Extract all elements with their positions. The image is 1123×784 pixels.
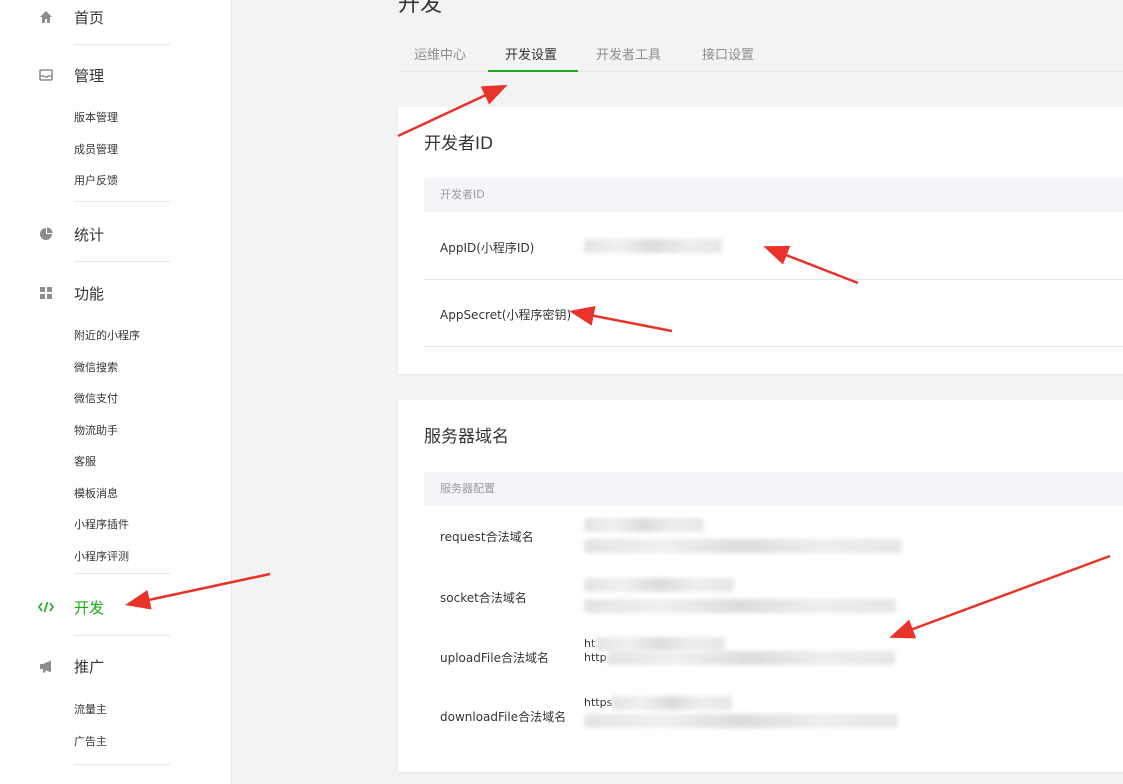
uploadfile-prefix-1: ht	[584, 637, 596, 650]
nav-home-label: 首页	[74, 8, 105, 27]
request-domain-row: request合法域名	[424, 506, 1123, 566]
nav-features-label: 功能	[74, 284, 105, 303]
divider	[74, 635, 170, 636]
nav-nearby-miniprogram[interactable]: 附近的小程序	[38, 320, 170, 352]
appsecret-label: AppSecret(小程序密钥)	[440, 308, 572, 322]
nav-dev-label: 开发	[74, 598, 105, 617]
nav-version-manage[interactable]: 版本管理	[38, 102, 170, 134]
nav-logistics-helper[interactable]: 物流助手	[38, 415, 170, 447]
nav-dev[interactable]: 开发	[38, 592, 170, 622]
uploadfile-domain-label: uploadFile合法域名	[440, 651, 549, 665]
appsecret-row: AppSecret(小程序密钥)	[424, 280, 1123, 347]
socket-domain-row: socket合法域名	[424, 566, 1123, 624]
request-domain-value-redacted	[584, 518, 902, 556]
code-icon	[38, 599, 54, 615]
grid-icon	[38, 285, 54, 301]
tab-bar: 运维中心 开发设置 开发者工具 接口设置	[398, 36, 1123, 72]
main-content: 开发 运维中心 开发设置 开发者工具 接口设置 开发者ID 开发者ID AppI…	[398, 0, 1123, 784]
inbox-icon	[38, 67, 54, 83]
uploadfile-domain-row: uploadFile合法域名 ht http	[424, 624, 1123, 682]
nav-miniprogram-plugin[interactable]: 小程序插件	[38, 509, 170, 541]
downloadfile-prefix: https	[584, 696, 613, 709]
features-submenu: 附近的小程序 微信搜索 微信支付 物流助手 客服 模板消息 小程序插件 小程序评…	[38, 320, 170, 572]
divider	[74, 261, 170, 262]
downloadfile-domain-row: downloadFile合法域名 https	[424, 682, 1123, 742]
manage-submenu: 版本管理 成员管理 用户反馈	[38, 102, 170, 197]
server-domain-title: 服务器域名	[424, 427, 509, 447]
nav-template-message[interactable]: 模板消息	[38, 478, 170, 510]
socket-domain-label: socket合法域名	[440, 591, 527, 605]
divider	[74, 573, 170, 574]
nav-traffic-master[interactable]: 流量主	[38, 694, 170, 726]
megaphone-icon	[38, 658, 54, 674]
appid-value-redacted	[584, 239, 722, 256]
nav-promote-label: 推广	[74, 657, 105, 676]
home-icon	[38, 9, 54, 25]
nav-manage-label: 管理	[74, 66, 105, 85]
nav-miniprogram-review[interactable]: 小程序评测	[38, 541, 170, 573]
tab-dev-settings[interactable]: 开发设置	[505, 44, 557, 63]
appid-row: AppID(小程序ID)	[424, 212, 1123, 280]
promote-submenu: 流量主 广告主	[38, 694, 170, 757]
nav-features[interactable]: 功能	[38, 278, 170, 308]
downloadfile-domain-label: downloadFile合法域名	[440, 710, 567, 724]
nav-advertiser[interactable]: 广告主	[38, 726, 170, 758]
uploadfile-prefix-2: http	[584, 651, 607, 664]
socket-domain-value-redacted	[584, 578, 896, 616]
pie-chart-icon	[38, 226, 54, 242]
sidebar: 首页 管理 版本管理 成员管理 用户反馈 统计 功能 附近的小程序 微信搜索 微…	[0, 0, 232, 784]
tab-api-settings[interactable]: 接口设置	[702, 44, 754, 63]
nav-stats-label: 统计	[74, 225, 105, 244]
request-domain-label: request合法域名	[440, 530, 534, 544]
nav-home[interactable]: 首页	[38, 2, 170, 32]
nav-manage[interactable]: 管理	[38, 60, 170, 90]
tab-ops-center[interactable]: 运维中心	[414, 44, 466, 63]
nav-user-feedback[interactable]: 用户反馈	[38, 165, 170, 197]
downloadfile-domain-value-redacted: https	[584, 696, 898, 731]
nav-wechat-pay[interactable]: 微信支付	[38, 383, 170, 415]
nav-member-manage[interactable]: 成员管理	[38, 134, 170, 166]
divider	[74, 44, 170, 45]
tab-dev-tools[interactable]: 开发者工具	[596, 44, 661, 63]
active-tab-indicator	[488, 70, 578, 72]
nav-customer-service[interactable]: 客服	[38, 446, 170, 478]
developer-id-card: 开发者ID 开发者ID AppID(小程序ID) AppSecret(小程序密钥…	[398, 107, 1123, 374]
developer-id-title: 开发者ID	[424, 134, 494, 154]
server-config-table-head: 服务器配置	[424, 472, 1123, 506]
appid-label: AppID(小程序ID)	[440, 241, 535, 255]
developer-id-table-head: 开发者ID	[424, 178, 1123, 212]
nav-promote[interactable]: 推广	[38, 651, 170, 681]
divider	[74, 764, 170, 765]
server-domain-card: 服务器域名 服务器配置 request合法域名 socket合法域名 uploa…	[398, 400, 1123, 772]
uploadfile-domain-value-redacted: ht http	[584, 637, 895, 665]
nav-wechat-search[interactable]: 微信搜索	[38, 352, 170, 384]
divider	[74, 201, 170, 202]
nav-stats[interactable]: 统计	[38, 219, 170, 249]
page-title: 开发	[398, 0, 443, 17]
